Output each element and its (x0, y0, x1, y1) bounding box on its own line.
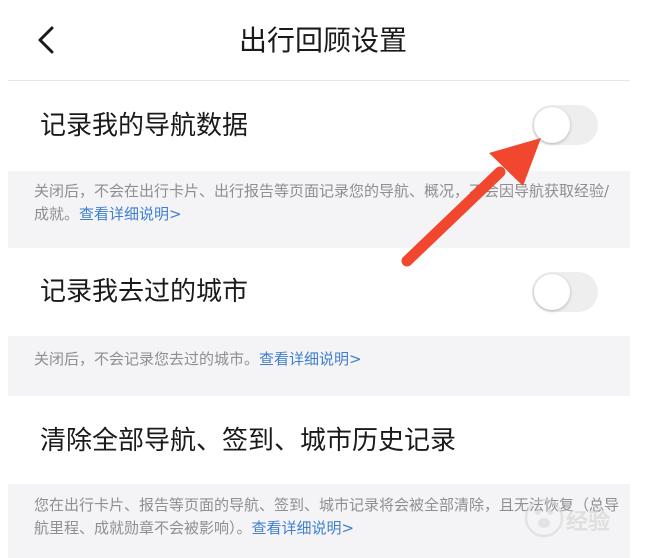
setting-note-navigation-data: 关闭后，不会在出行卡片、出行报告等页面记录您的导航、概况，不会因导航获取经验/成… (8, 171, 630, 248)
visited-cities-toggle[interactable] (532, 272, 598, 312)
note-description: 关闭后，不会记录您去过的城市。 (34, 350, 260, 368)
details-link[interactable]: 查看详细说明> (252, 519, 355, 537)
setting-row-visited-cities: 记录我去过的城市 (8, 248, 630, 336)
nav-bar: 出行回顾设置 (0, 0, 646, 80)
page-title: 出行回顾设置 (238, 24, 407, 57)
setting-label: 记录我去过的城市 (40, 277, 249, 307)
paw-logo-icon (524, 498, 564, 538)
watermark: 经验 (522, 494, 642, 540)
setting-row-navigation-data: 记录我的导航数据 (8, 81, 630, 171)
toggle-knob (534, 107, 570, 143)
clear-history-row[interactable]: 清除全部导航、签到、城市历史记录 (8, 396, 630, 484)
toggle-knob (534, 274, 570, 310)
navigation-data-toggle[interactable] (532, 105, 598, 145)
setting-label: 记录我的导航数据 (40, 111, 249, 141)
note-text: 关闭后，不会记录您去过的城市。查看详细说明> (34, 348, 619, 371)
setting-label: 清除全部导航、签到、城市历史记录 (40, 426, 457, 456)
details-link[interactable]: 查看详细说明> (259, 350, 362, 368)
note-text: 关闭后，不会在出行卡片、出行报告等页面记录您的导航、概况，不会因导航获取经验/成… (34, 180, 619, 226)
watermark-text: 经验 (566, 510, 611, 535)
details-link[interactable]: 查看详细说明> (79, 205, 182, 223)
setting-note-visited-cities: 关闭后，不会记录您去过的城市。查看详细说明> (8, 336, 630, 396)
